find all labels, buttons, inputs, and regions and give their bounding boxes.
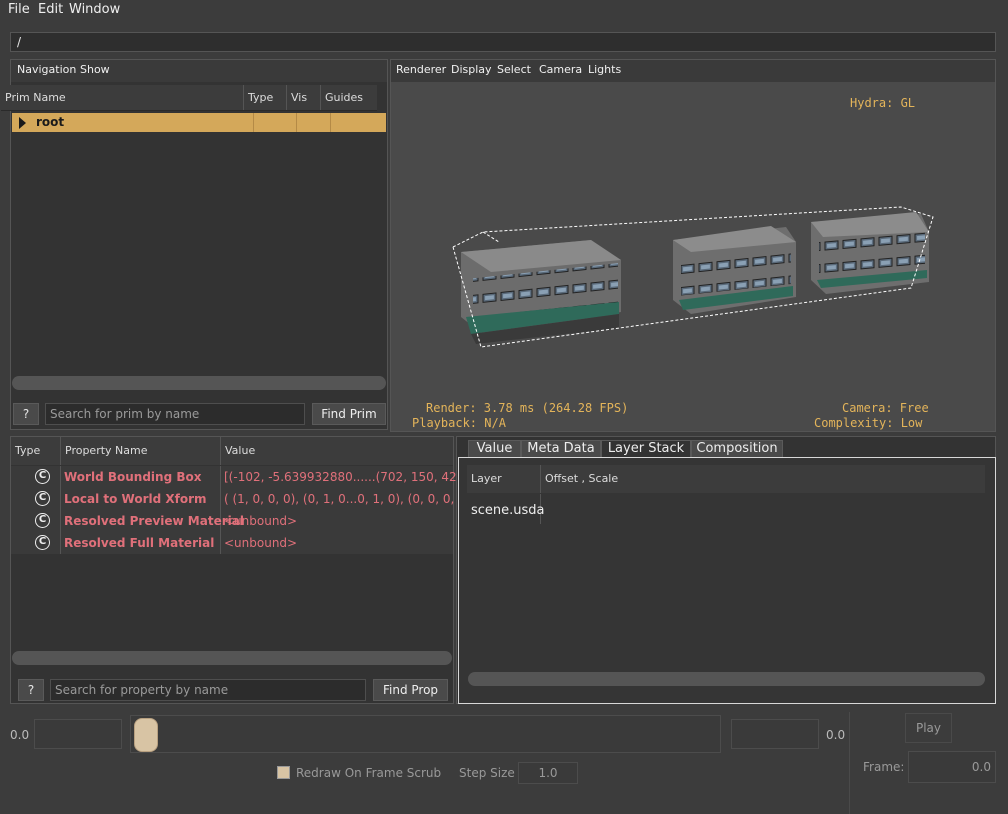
property-table-header: Type Property Name Value: [11, 437, 453, 465]
end-frame-field[interactable]: [731, 719, 819, 749]
prim-name-root: root: [36, 115, 65, 129]
property-horizontal-scrollbar[interactable]: [12, 651, 452, 665]
property-row[interactable]: C Resolved Full Material <unbound>: [11, 532, 453, 554]
menu-navigation[interactable]: Navigation: [17, 63, 76, 76]
frame-label: Frame:: [863, 760, 905, 774]
layer-stack-content: [458, 457, 996, 704]
building-1: [461, 240, 621, 344]
frame-slider-track[interactable]: [130, 715, 721, 753]
expand-arrow-icon[interactable]: [19, 117, 26, 129]
column-value[interactable]: Value: [221, 437, 453, 465]
end-frame-label: 0.0: [826, 728, 846, 742]
column-prim-name[interactable]: Prim Name: [1, 85, 244, 110]
menu-renderer[interactable]: Renderer: [396, 63, 446, 76]
step-size-field[interactable]: 1.0: [518, 762, 578, 784]
property-value: <unbound>: [224, 536, 298, 550]
property-help-button[interactable]: ?: [18, 679, 44, 701]
property-row[interactable]: C Local to World Xform ( (1, 0, 0, 0), (…: [11, 488, 479, 510]
building-2: [673, 226, 796, 314]
hud-playback: Playback: N/A: [412, 416, 506, 430]
hud-camera: Camera: Free: [842, 401, 929, 415]
property-name: World Bounding Box: [64, 470, 202, 484]
hud-renderer: Hydra: GL: [850, 96, 916, 110]
tab-meta-data[interactable]: Meta Data: [521, 440, 601, 458]
start-frame-field[interactable]: [34, 719, 122, 749]
prim-horizontal-scrollbar[interactable]: [12, 376, 386, 390]
building-3: [811, 212, 929, 294]
prim-search-input[interactable]: [45, 403, 305, 425]
tab-composition[interactable]: Composition: [691, 440, 783, 458]
column-property-name[interactable]: Property Name: [61, 437, 221, 465]
property-value: [(-102, -5.639932880......(702, 150, 42.…: [224, 470, 478, 484]
3d-viewport[interactable]: Hydra: GL Render: 3.78 ms (264.28 FPS) P…: [391, 82, 995, 431]
prim-table-header: Prim Name Type Vis Guides: [1, 85, 377, 111]
viewport-menu: Renderer Display Select Camera Lights: [391, 60, 995, 82]
menu-file[interactable]: File: [8, 2, 30, 17]
column-guides[interactable]: Guides: [321, 85, 377, 110]
menu-camera[interactable]: Camera: [539, 63, 582, 76]
menu-select[interactable]: Select: [497, 63, 531, 76]
menu-edit[interactable]: Edit: [38, 2, 63, 17]
computed-property-icon: C: [35, 535, 50, 550]
prim-help-button[interactable]: ?: [13, 403, 39, 425]
property-row[interactable]: C Resolved Preview Material <unbound>: [11, 510, 453, 532]
property-name: Resolved Preview Material: [64, 514, 244, 528]
column-vis[interactable]: Vis: [287, 85, 321, 110]
frame-field[interactable]: 0.0: [908, 751, 996, 783]
menu-display[interactable]: Display: [451, 63, 492, 76]
frame-slider-handle[interactable]: [134, 718, 158, 752]
menu-window[interactable]: Window: [69, 2, 120, 17]
path-field[interactable]: /: [10, 32, 996, 52]
computed-property-icon: C: [35, 469, 50, 484]
menu-show[interactable]: Show: [80, 63, 110, 76]
column-offset-scale[interactable]: Offset , Scale: [541, 465, 985, 493]
computed-property-icon: C: [35, 513, 50, 528]
redraw-checkbox[interactable]: [277, 766, 290, 779]
menu-lights[interactable]: Lights: [588, 63, 621, 76]
computed-property-icon: C: [35, 491, 50, 506]
column-type[interactable]: Type: [244, 85, 287, 110]
property-value: ( (1, 0, 0, 0), (0, 1, 0...0, 1, 0), (0,…: [224, 492, 479, 506]
column-prop-type[interactable]: Type: [11, 437, 61, 465]
property-value: <unbound>: [224, 514, 298, 528]
tab-value[interactable]: Value: [468, 440, 521, 458]
layer-row-name[interactable]: scene.usda: [471, 503, 545, 518]
column-layer[interactable]: Layer: [467, 465, 541, 493]
play-button[interactable]: Play: [905, 713, 952, 743]
scene-render: [452, 206, 934, 348]
prim-panel-menu: Navigation Show: [11, 60, 387, 82]
property-name: Local to World Xform: [64, 492, 207, 506]
find-prim-button[interactable]: Find Prim: [312, 403, 386, 425]
tab-layer-stack[interactable]: Layer Stack: [601, 440, 691, 458]
prim-row-root[interactable]: root: [12, 113, 386, 132]
hud-render-stats: Render: 3.78 ms (264.28 FPS): [426, 401, 629, 415]
menu-bar: File Edit Window: [0, 0, 1008, 20]
property-row[interactable]: C World Bounding Box [(-102, -5.63993288…: [11, 466, 477, 488]
step-size-label: Step Size: [459, 766, 515, 780]
hud-complexity: Complexity: Low: [814, 416, 923, 430]
redraw-label: Redraw On Frame Scrub: [296, 766, 442, 780]
start-frame-label: 0.0: [10, 728, 30, 742]
property-name: Resolved Full Material: [64, 536, 215, 550]
find-prop-button[interactable]: Find Prop: [373, 679, 448, 701]
property-search-input[interactable]: [50, 679, 366, 701]
layer-table-header: Layer Offset , Scale: [467, 465, 985, 493]
layer-horizontal-scrollbar[interactable]: [468, 672, 985, 686]
